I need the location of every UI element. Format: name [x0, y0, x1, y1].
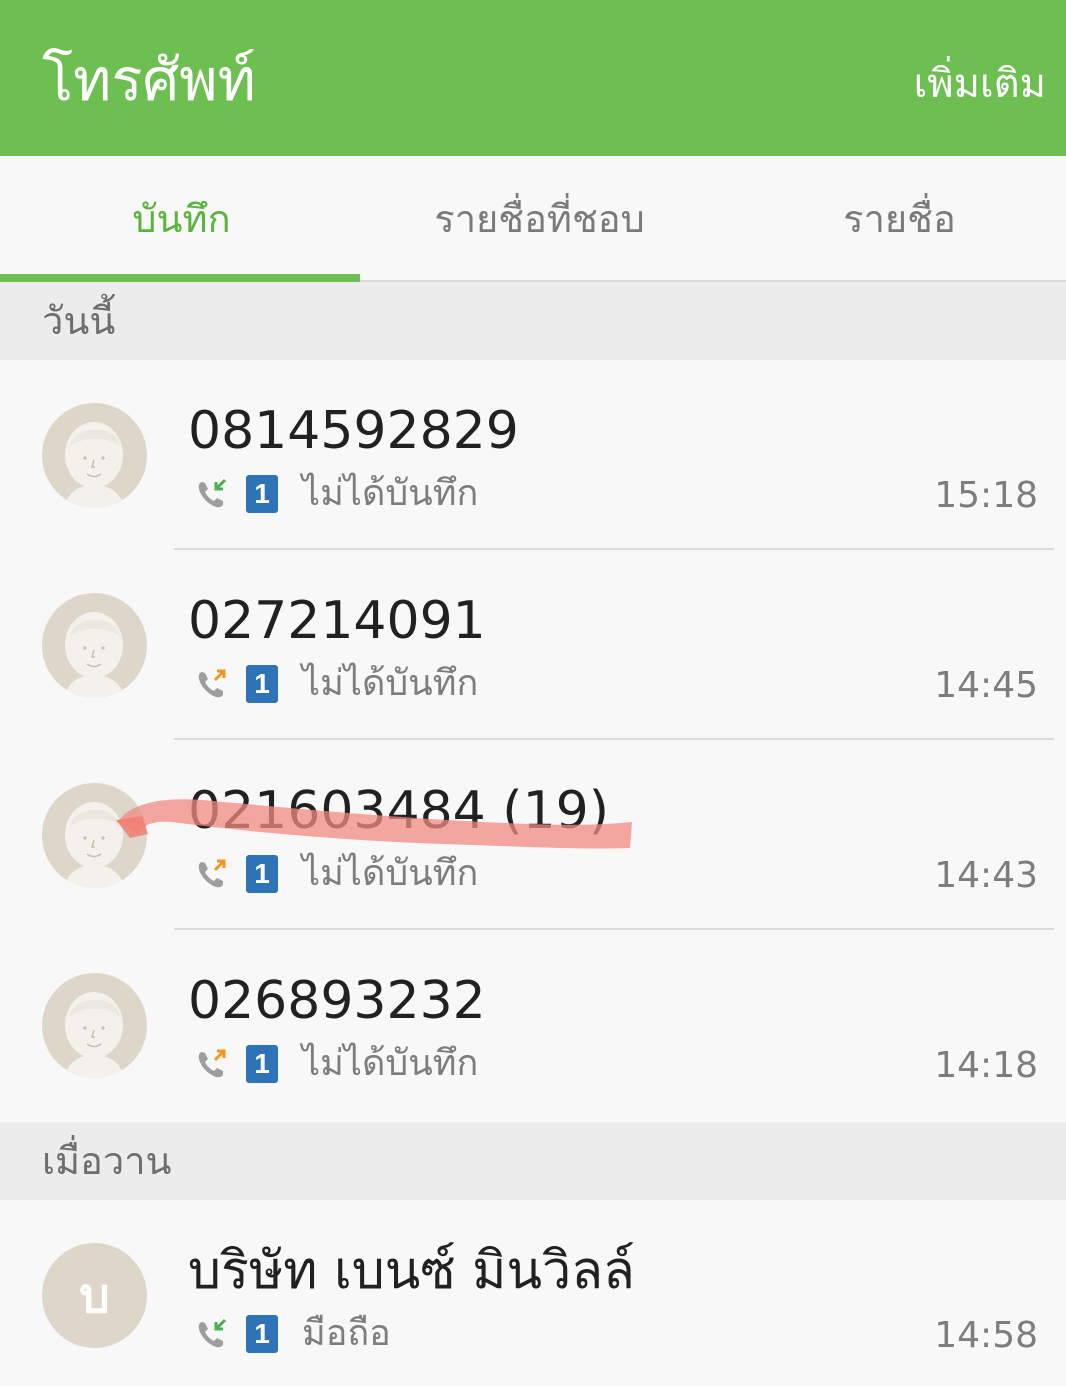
- sim-1-badge: 1: [246, 1045, 278, 1083]
- tab-contacts[interactable]: รายชื่อ: [722, 156, 1066, 280]
- sim-1-badge: 1: [246, 475, 278, 513]
- avatar[interactable]: [42, 403, 147, 508]
- sim-1-badge: 1: [246, 665, 278, 703]
- avatar-letter: บ: [79, 1267, 110, 1324]
- call-time: 14:18: [934, 1045, 1038, 1086]
- contact-name: 027214091: [188, 591, 486, 651]
- call-time: 14:58: [934, 1315, 1038, 1356]
- call-status: ไม่ได้บันทึก: [302, 1043, 479, 1084]
- call-log-row[interactable]: 026893232 1 ไม่ได้บันทึก 14:18: [0, 930, 1066, 1120]
- section-header-yesterday: เมื่อวาน: [0, 1122, 1066, 1200]
- avatar[interactable]: บ: [42, 1243, 147, 1348]
- call-time: 14:45: [934, 665, 1038, 706]
- call-log-row[interactable]: 027214091 1 ไม่ได้บันทึก 14:45: [0, 550, 1066, 740]
- tab-bar: บันทึก รายชื่อที่ชอบ รายชื่อ: [0, 156, 1066, 282]
- more-button[interactable]: เพิ่มเติม: [914, 52, 1046, 116]
- call-log-row[interactable]: 021603484 (19) 1 ไม่ได้บันทึก 14:43: [0, 740, 1066, 930]
- default-person-avatar-icon: [64, 422, 125, 508]
- call-time: 14:43: [934, 855, 1038, 896]
- call-log-row[interactable]: บ บริษัท เบนซ์ มินวิลล์ 1 มือถือ 14:58: [0, 1200, 1066, 1386]
- call-status: ไม่ได้บันทึก: [302, 473, 479, 514]
- app-bar: โทรศัพท์ เพิ่มเติม: [0, 0, 1066, 156]
- contact-name: 021603484 (19): [188, 781, 610, 841]
- active-tab-indicator: [0, 274, 360, 282]
- section-header-label: วันนี้: [42, 299, 116, 343]
- default-person-avatar-icon: [64, 992, 125, 1078]
- tab-logs[interactable]: บันทึก: [4, 156, 359, 280]
- call-status: ไม่ได้บันทึก: [302, 663, 479, 704]
- contact-name: 0814592829: [188, 401, 519, 461]
- section-header-today: วันนี้: [0, 282, 1066, 360]
- contact-name: บริษัท เบนซ์ มินวิลล์: [188, 1241, 635, 1301]
- outgoing-call-icon: [198, 859, 226, 888]
- app-title: โทรศัพท์: [42, 46, 256, 114]
- sim-1-badge: 1: [246, 855, 278, 893]
- incoming-call-icon: [198, 478, 227, 508]
- incoming-call-icon: [198, 1318, 227, 1348]
- avatar[interactable]: [42, 973, 147, 1078]
- call-status: มือถือ: [302, 1313, 391, 1354]
- call-time: 15:18: [934, 475, 1038, 516]
- section-header-label: เมื่อวาน: [42, 1139, 172, 1183]
- call-status: ไม่ได้บันทึก: [302, 853, 479, 894]
- default-person-avatar-icon: [64, 802, 125, 888]
- avatar[interactable]: [42, 783, 147, 888]
- call-log-row[interactable]: 0814592829 1 ไม่ได้บันทึก 15:18: [0, 360, 1066, 550]
- sim-1-badge: 1: [246, 1315, 278, 1353]
- tab-favorites[interactable]: รายชื่อที่ชอบ: [362, 156, 717, 280]
- default-person-avatar-icon: [64, 612, 125, 698]
- outgoing-call-icon: [198, 1049, 226, 1078]
- contact-name: 026893232: [188, 971, 486, 1031]
- avatar[interactable]: [42, 593, 147, 698]
- outgoing-call-icon: [198, 669, 226, 698]
